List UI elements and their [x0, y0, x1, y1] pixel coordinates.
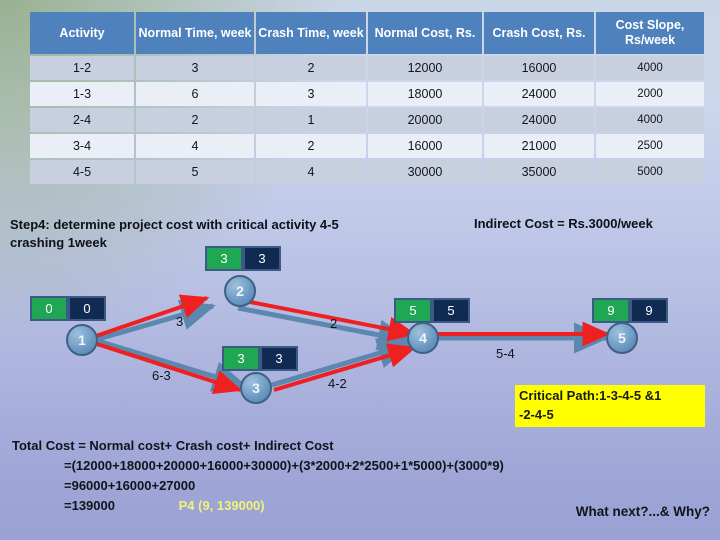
edge-1-3-critical [96, 342, 243, 394]
total-cost-calculation: Total Cost = Normal cost+ Crash cost+ In… [12, 436, 572, 517]
cell-crash-cost: 24000 [484, 108, 594, 132]
cell-crash-time: 1 [256, 108, 366, 132]
cell-normal-cost: 18000 [368, 82, 482, 106]
network-node-2[interactable]: 2 [224, 275, 256, 307]
cell-crash-time: 2 [256, 56, 366, 80]
network-node-1[interactable]: 1 [66, 324, 98, 356]
table-row: 2-4 2 1 20000 24000 4000 [30, 108, 704, 132]
cell-normal-time: 5 [136, 160, 254, 184]
cell-normal-time: 6 [136, 82, 254, 106]
network-node-4[interactable]: 4 [407, 322, 439, 354]
edge-2-4-normal [237, 305, 413, 351]
cell-crash-cost: 24000 [484, 82, 594, 106]
cell-crash-time: 3 [256, 82, 366, 106]
cell-normal-time: 4 [136, 134, 254, 158]
cell-normal-cost: 30000 [368, 160, 482, 184]
node-1-early-time: 0 [30, 296, 68, 321]
critical-path-callout: Critical Path:1-3-4-5 &1 -2-4-5 [515, 385, 705, 427]
cell-activity: 1-3 [30, 82, 134, 106]
calc-line-3: =96000+16000+27000 [64, 478, 196, 494]
slide-stage: Activity Normal Time, week Crash Time, w… [0, 0, 720, 540]
node-2-time-boxes: 3 3 [205, 246, 281, 271]
node-5-time-boxes: 9 9 [592, 298, 668, 323]
node-2-late-time: 3 [243, 246, 281, 271]
edge-label-4-5: 5-4 [496, 346, 515, 361]
node-3-early-time: 3 [222, 346, 260, 371]
table-row: 4-5 5 4 30000 35000 5000 [30, 160, 704, 184]
column-header-cost-slope: Cost Slope, Rs/week [596, 12, 704, 54]
cell-cost-slope: 4000 [596, 108, 704, 132]
node-1-late-time: 0 [68, 296, 106, 321]
cell-crash-time: 2 [256, 134, 366, 158]
calc-line-4-row: =139000 P4 (9, 139000) [64, 496, 572, 516]
network-node-5[interactable]: 5 [606, 322, 638, 354]
edge-label-3-4: 4-2 [328, 376, 347, 391]
critical-path-line-1: Critical Path:1-3-4-5 &1 [519, 388, 662, 403]
column-header-crash-cost: Crash Cost, Rs. [484, 12, 594, 54]
edge-2-4-critical [239, 298, 417, 342]
calc-line-2: =(12000+18000+20000+16000+30000)+(3*2000… [64, 458, 504, 474]
table-row: 1-2 3 2 12000 16000 4000 [30, 56, 704, 80]
column-header-crash-time: Crash Time, week [256, 12, 366, 54]
cell-activity: 1-2 [30, 56, 134, 80]
edge-label-2-4: 2 [330, 316, 338, 331]
edge-label-1-3: 6-3 [152, 368, 171, 383]
node-1-time-boxes: 0 0 [30, 296, 106, 321]
cell-crash-cost: 16000 [484, 56, 594, 80]
cell-activity: 4-5 [30, 160, 134, 184]
network-node-3[interactable]: 3 [240, 372, 272, 404]
cell-cost-slope: 2000 [596, 82, 704, 106]
node-3-late-time: 3 [260, 346, 298, 371]
cell-cost-slope: 4000 [596, 56, 704, 80]
cell-cost-slope: 5000 [596, 160, 704, 184]
cell-activity: 2-4 [30, 108, 134, 132]
edge-label-1-2: 3 [176, 314, 184, 329]
table-header-row: Activity Normal Time, week Crash Time, w… [30, 12, 704, 54]
node-5-early-time: 9 [592, 298, 630, 323]
edge-1-2-critical [95, 294, 210, 338]
node-4-time-boxes: 5 5 [394, 298, 470, 323]
calc-line-1: Total Cost = Normal cost+ Crash cost+ In… [12, 438, 334, 453]
edge-1-2-normal [97, 299, 216, 342]
cell-crash-cost: 35000 [484, 160, 594, 184]
what-next-prompt: What next?...& Why? [575, 504, 710, 519]
calc-line-4: =139000 [64, 498, 115, 514]
column-header-normal-time: Normal Time, week [136, 12, 254, 54]
cell-normal-cost: 20000 [368, 108, 482, 132]
critical-path-line-2: -2-4-5 [519, 406, 554, 422]
column-header-normal-cost: Normal Cost, Rs. [368, 12, 482, 54]
cell-normal-cost: 12000 [368, 56, 482, 80]
cell-activity: 3-4 [30, 134, 134, 158]
cell-cost-slope: 2500 [596, 134, 704, 158]
column-header-activity: Activity [30, 12, 134, 54]
cell-crash-time: 4 [256, 160, 366, 184]
step-line-1: Step4: determine project cost with criti… [10, 217, 339, 232]
cell-normal-time: 2 [136, 108, 254, 132]
node-2-early-time: 3 [205, 246, 243, 271]
cell-normal-time: 3 [136, 56, 254, 80]
node-4-early-time: 5 [394, 298, 432, 323]
point-label-p4: P4 (9, 139000) [178, 498, 265, 514]
node-4-late-time: 5 [432, 298, 470, 323]
table-row: 1-3 6 3 18000 24000 2000 [30, 82, 704, 106]
table-row: 3-4 4 2 16000 21000 2500 [30, 134, 704, 158]
node-5-late-time: 9 [630, 298, 668, 323]
indirect-cost-label: Indirect Cost = Rs.3000/week [474, 216, 653, 231]
crash-cost-table: Activity Normal Time, week Crash Time, w… [28, 10, 706, 186]
node-3-time-boxes: 3 3 [222, 346, 298, 371]
cell-normal-cost: 16000 [368, 134, 482, 158]
cell-crash-cost: 21000 [484, 134, 594, 158]
